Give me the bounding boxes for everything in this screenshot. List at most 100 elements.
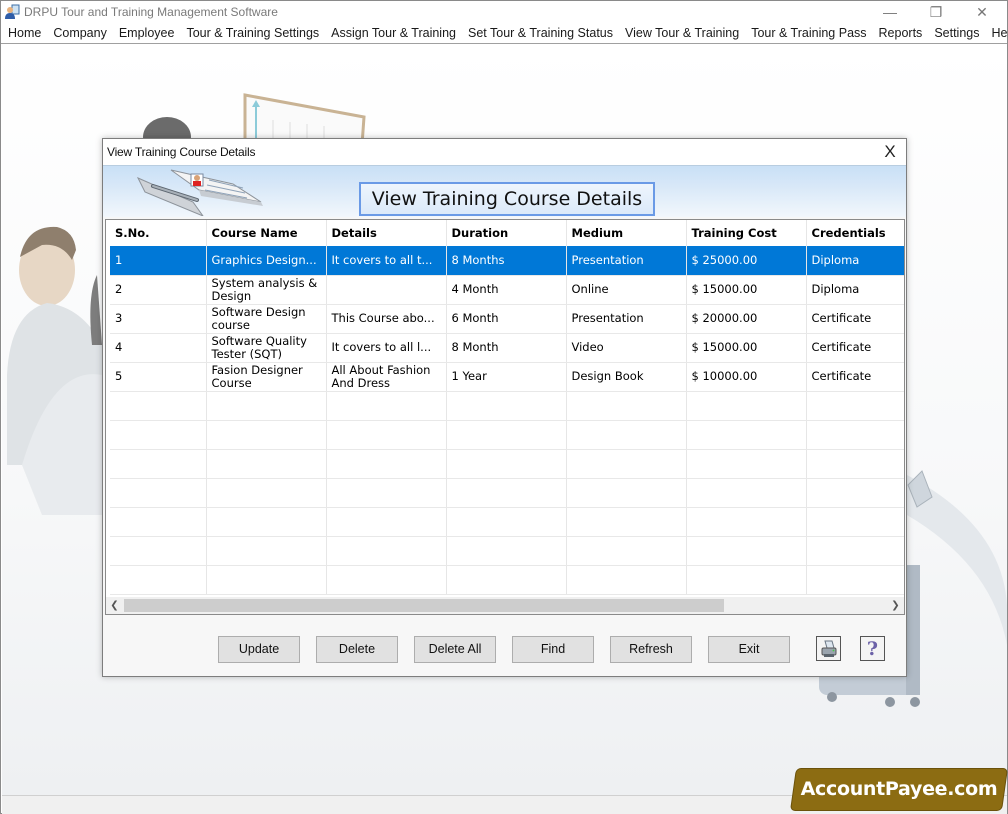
cell-course-name[interactable]: Fasion Designer Course <box>206 362 327 392</box>
column-header-duration[interactable]: Duration <box>446 220 567 246</box>
cell-sno[interactable]: 1 <box>110 246 207 276</box>
menu-home[interactable]: Home <box>2 26 47 40</box>
cell-course-name[interactable]: System analysis & Design <box>206 275 327 305</box>
empty-cell <box>110 391 207 421</box>
cell-training-cost[interactable]: $ 15000.00 <box>686 275 807 305</box>
empty-cell <box>446 478 567 508</box>
view-training-course-dialog: View Training Course Details X View Trai… <box>102 138 907 677</box>
empty-cell <box>806 420 904 450</box>
menu-set-tour-training-status[interactable]: Set Tour & Training Status <box>462 26 619 40</box>
cell-duration[interactable]: 4 Month <box>446 275 567 305</box>
cell-training-cost[interactable]: $ 10000.00 <box>686 362 807 392</box>
empty-cell <box>110 478 207 508</box>
cell-training-cost[interactable]: $ 25000.00 <box>686 246 807 276</box>
menu-settings[interactable]: Settings <box>928 26 985 40</box>
empty-table-row <box>110 478 904 508</box>
cell-course-name[interactable]: Software Quality Tester (SQT) <box>206 333 327 363</box>
dialog-close-button[interactable]: X <box>880 142 900 162</box>
cell-medium[interactable]: Presentation <box>566 246 687 276</box>
cell-credentials[interactable]: Diploma <box>806 246 904 276</box>
cell-medium[interactable]: Presentation <box>566 304 687 334</box>
delete-all-button[interactable]: Delete All <box>414 636 496 663</box>
cell-credentials[interactable]: Diploma <box>806 275 904 305</box>
maximize-button[interactable]: ❐ <box>913 1 959 23</box>
empty-cell <box>686 449 807 479</box>
exit-button[interactable]: Exit <box>708 636 790 663</box>
menu-tour-training-settings[interactable]: Tour & Training Settings <box>180 26 325 40</box>
empty-cell <box>566 565 687 595</box>
cell-sno[interactable]: 2 <box>110 275 207 305</box>
empty-cell <box>806 507 904 537</box>
print-button[interactable] <box>816 636 841 661</box>
table-row[interactable]: 4 Software Quality Tester (SQT) It covers … <box>110 333 904 363</box>
cell-course-name[interactable]: Software Design course <box>206 304 327 334</box>
course-grid: S.No. Course Name Details Duration Mediu… <box>105 219 905 615</box>
cell-course-name[interactable]: Graphics Design... <box>206 246 327 276</box>
cell-sno[interactable]: 3 <box>110 304 207 334</box>
empty-cell <box>110 565 207 595</box>
menu-assign-tour-training[interactable]: Assign Tour & Training <box>325 26 462 40</box>
empty-cell <box>566 507 687 537</box>
cell-details[interactable] <box>326 275 447 305</box>
column-header-training-cost[interactable]: Training Cost <box>686 220 807 246</box>
banner-title: View Training Course Details <box>359 182 655 216</box>
cell-credentials[interactable]: Certificate <box>806 362 904 392</box>
cell-sno[interactable]: 5 <box>110 362 207 392</box>
empty-cell <box>686 536 807 566</box>
empty-cell <box>206 420 327 450</box>
menu-employee[interactable]: Employee <box>113 26 181 40</box>
menu-bar: Home Company Employee Tour & Training Se… <box>1 23 1008 44</box>
minimize-button[interactable]: — <box>867 1 913 23</box>
empty-cell <box>566 391 687 421</box>
menu-view-tour-training[interactable]: View Tour & Training <box>619 26 745 40</box>
scroll-left-arrow-icon[interactable]: ❮ <box>106 597 123 614</box>
table-row[interactable]: 1 Graphics Design... It covers to all t...… <box>110 246 904 276</box>
cell-medium[interactable]: Video <box>566 333 687 363</box>
cell-credentials[interactable]: Certificate <box>806 304 904 334</box>
empty-cell <box>806 391 904 421</box>
table-row[interactable]: 3 Software Design course This Course abo..… <box>110 304 904 334</box>
cell-details[interactable]: All About Fashion And Dress <box>326 362 447 392</box>
menu-help[interactable]: Help <box>985 26 1008 40</box>
update-button[interactable]: Update <box>218 636 300 663</box>
cell-credentials[interactable]: Certificate <box>806 333 904 363</box>
cell-duration[interactable]: 8 Months <box>446 246 567 276</box>
column-header-sno[interactable]: S.No. <box>110 220 207 246</box>
cell-duration[interactable]: 1 Year <box>446 362 567 392</box>
help-button[interactable]: ? <box>860 636 885 661</box>
table-row[interactable]: 2 System analysis & Design 4 Month Online $ … <box>110 275 904 305</box>
cell-medium[interactable]: Design Book <box>566 362 687 392</box>
refresh-button[interactable]: Refresh <box>610 636 692 663</box>
empty-cell <box>446 449 567 479</box>
column-header-course-name[interactable]: Course Name <box>206 220 327 246</box>
find-button[interactable]: Find <box>512 636 594 663</box>
empty-cell <box>110 449 207 479</box>
empty-cell <box>686 478 807 508</box>
close-window-button[interactable]: ✕ <box>959 1 1005 23</box>
app-logo-icon <box>5 4 20 19</box>
column-header-medium[interactable]: Medium <box>566 220 687 246</box>
cell-details[interactable]: It covers to all t... <box>326 246 447 276</box>
menu-reports[interactable]: Reports <box>873 26 929 40</box>
scroll-right-arrow-icon[interactable]: ❯ <box>887 597 904 614</box>
empty-cell <box>326 536 447 566</box>
cell-details[interactable]: This Course abo... <box>326 304 447 334</box>
menu-company[interactable]: Company <box>47 26 113 40</box>
column-header-details[interactable]: Details <box>326 220 447 246</box>
scrollbar-thumb[interactable] <box>124 599 724 612</box>
cell-details[interactable]: It covers to all l... <box>326 333 447 363</box>
delete-button[interactable]: Delete <box>316 636 398 663</box>
dialog-title-bar: View Training Course Details X <box>103 139 906 165</box>
empty-cell <box>566 478 687 508</box>
table-row[interactable]: 5 Fasion Designer Course All About Fashion… <box>110 362 904 392</box>
cell-training-cost[interactable]: $ 20000.00 <box>686 304 807 334</box>
cell-duration[interactable]: 8 Month <box>446 333 567 363</box>
cell-duration[interactable]: 6 Month <box>446 304 567 334</box>
cell-sno[interactable]: 4 <box>110 333 207 363</box>
cell-medium[interactable]: Online <box>566 275 687 305</box>
column-header-credentials[interactable]: Credentials <box>806 220 904 246</box>
cell-training-cost[interactable]: $ 15000.00 <box>686 333 807 363</box>
horizontal-scrollbar[interactable]: ❮ ❯ <box>106 597 904 614</box>
menu-tour-training-pass[interactable]: Tour & Training Pass <box>745 26 872 40</box>
course-table: S.No. Course Name Details Duration Mediu… <box>110 220 904 595</box>
